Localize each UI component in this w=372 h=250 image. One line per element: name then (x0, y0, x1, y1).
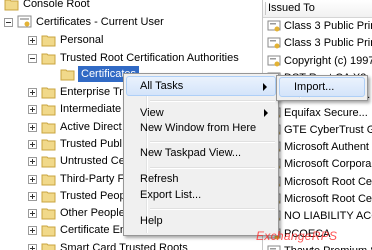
folder-icon (41, 243, 56, 250)
folder-open-icon (60, 69, 75, 81)
tree-item-label: Intermediate (60, 103, 122, 115)
all-tasks-submenu: Import... (276, 75, 368, 101)
tree-item-certificates-current-user[interactable]: Certificates - Current User (0, 14, 262, 30)
cert-row[interactable]: Class 3 Public Prim (263, 35, 372, 51)
folder-icon (41, 225, 56, 237)
expand-toggle-icon[interactable] (28, 209, 37, 218)
certificate-icon (267, 20, 281, 32)
cert-issued-to: NO LIABILITY ACC (284, 210, 372, 222)
expand-toggle-icon[interactable] (28, 192, 37, 201)
cert-row[interactable]: Microsoft Corpora (263, 156, 372, 172)
expand-toggle-icon[interactable] (28, 105, 37, 114)
tree-item[interactable]: Smart Card Trusted Roots (0, 240, 262, 250)
cert-row[interactable]: Microsoft Root Ce (263, 174, 372, 190)
cert-issued-to: Thawte Premium Se (284, 243, 372, 250)
folder-icon (41, 174, 56, 186)
cert-issued-to: Microsoft Root Ce (284, 193, 372, 205)
submenu-arrow-icon (264, 109, 268, 117)
watermark: ExchangeRPS (256, 229, 338, 243)
folder-icon (41, 208, 56, 220)
cert-issued-to: Copyright (c) 1997 (284, 55, 372, 67)
certificate-icon (267, 245, 281, 250)
cert-issued-to: GTE CyberTrust Glo (284, 124, 372, 136)
cert-row[interactable]: Thawte Premium Se (263, 243, 372, 250)
folder-icon (41, 139, 56, 151)
folder-icon (41, 87, 56, 99)
menu-item-all-tasks[interactable]: All Tasks (126, 76, 276, 96)
context-menu: All Tasks View New Window from Here New … (123, 73, 279, 236)
menu-item-import[interactable]: Import... (279, 77, 365, 97)
tree-item-label: Enterprise Tru (60, 86, 130, 98)
menu-item-label: All Tasks (140, 80, 184, 92)
menu-item-label: Import... (294, 81, 335, 93)
column-header-issued-to[interactable]: Issued To (263, 0, 372, 18)
tree-item-label: Third-Party F (60, 173, 125, 185)
tree-item-label: Active Direct (60, 121, 122, 133)
submenu-arrow-icon (263, 83, 267, 91)
collapse-toggle-icon[interactable] (28, 54, 37, 63)
folder-icon (41, 35, 56, 47)
certificate-store-icon (17, 15, 32, 28)
menu-item-label: Help (140, 215, 163, 227)
tree-item-label: Certificates - Current User (36, 16, 164, 28)
menu-item-new-window[interactable]: New Window from Here (126, 118, 276, 138)
tree-item-label: Untrusted Ce (60, 155, 125, 167)
menu-item-label: New Window from Here (140, 122, 257, 134)
cert-issued-to: Microsoft Authent (284, 141, 369, 153)
menu-separator (150, 208, 275, 210)
tree-item-label: Other People (60, 207, 125, 219)
cert-row[interactable]: Copyright (c) 1997 (263, 53, 372, 69)
cert-row[interactable]: Microsoft Authent (263, 139, 372, 155)
tree-item-trusted-root[interactable]: Trusted Root Certification Authorities (0, 50, 262, 66)
certificate-icon (267, 55, 281, 67)
cert-row[interactable]: Class 3 Public Prim (263, 18, 372, 34)
column-header-label: Issued To (268, 2, 315, 14)
cert-issued-to: Microsoft Corpora (284, 158, 372, 170)
certificate-icon (267, 37, 281, 49)
tree-item-label: Personal (60, 34, 104, 46)
cert-issued-to: Microsoft Root Ce (284, 176, 372, 188)
tree-item-label: Certificate En (60, 224, 127, 236)
expand-toggle-icon[interactable] (28, 140, 37, 149)
expand-toggle-icon[interactable] (28, 157, 37, 166)
folder-icon (41, 156, 56, 168)
cert-row[interactable]: Equifax Secure... (263, 105, 372, 121)
expand-toggle-icon[interactable] (28, 123, 37, 132)
menu-item-help[interactable]: Help (126, 211, 276, 231)
cert-row[interactable]: GTE CyberTrust Glo (263, 122, 372, 138)
column-divider (265, 2, 266, 15)
cert-row[interactable]: Microsoft Root Ce (263, 191, 372, 207)
menu-separator (150, 100, 275, 102)
cert-row[interactable]: NO LIABILITY ACC (263, 208, 372, 224)
folder-icon (41, 104, 56, 116)
menu-item-new-taskpad[interactable]: New Taskpad View... (126, 143, 276, 163)
tree-item-label: Trusted Peop (60, 190, 126, 202)
expand-toggle-icon[interactable] (28, 175, 37, 184)
tree-item-label: Trusted Root Certification Authorities (60, 52, 239, 64)
tree-item-console-root[interactable]: Console Root (0, 0, 262, 12)
menu-item-label: New Taskpad View... (140, 147, 242, 159)
folder-icon (41, 191, 56, 203)
folder-icon (41, 122, 56, 134)
cert-issued-to: Class 3 Public Prim (284, 20, 372, 32)
menu-item-label: Export List... (140, 189, 202, 201)
folder-icon (41, 53, 56, 65)
tree-item-personal[interactable]: Personal (0, 32, 262, 48)
tree-item-label: Console Root (23, 0, 90, 10)
folder-icon (4, 0, 19, 11)
expand-toggle-icon[interactable] (28, 244, 37, 250)
expand-toggle-icon[interactable] (28, 36, 37, 45)
collapse-toggle-icon[interactable] (4, 18, 13, 27)
expand-toggle-icon[interactable] (28, 88, 37, 97)
menu-item-export-list[interactable]: Export List... (126, 185, 276, 205)
cert-issued-to: Class 3 Public Prim (284, 37, 372, 49)
tree-item-label: Trusted Publ (60, 138, 122, 150)
expand-toggle-icon[interactable] (28, 226, 37, 235)
tree-item-label: Smart Card Trusted Roots (60, 242, 188, 250)
cert-issued-to: Equifax Secure... (284, 107, 368, 119)
